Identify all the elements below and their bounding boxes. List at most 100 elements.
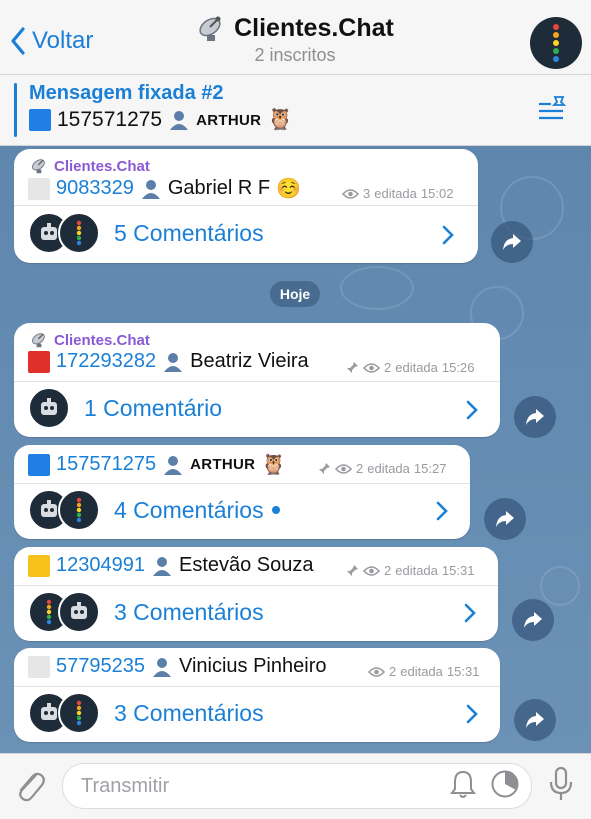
share-button[interactable] <box>514 699 556 741</box>
background-doodle <box>540 566 580 606</box>
client-number[interactable]: 57795235 <box>56 655 145 678</box>
person-icon <box>152 657 171 677</box>
message-text: 12304991 Estevão Souza <box>28 554 314 577</box>
chevron-right-icon <box>442 225 454 245</box>
client-number[interactable]: 172293282 <box>56 350 156 373</box>
pinned-preview: 157571275 ARTHUR 🦉 <box>29 108 293 132</box>
white-square-icon <box>28 655 50 678</box>
microphone-icon[interactable] <box>548 766 574 802</box>
share-button[interactable] <box>512 599 554 641</box>
person-icon <box>170 111 189 130</box>
client-name: Vinicius Pinheiro <box>178 655 327 677</box>
eye-icon <box>368 666 385 677</box>
comments-count: 5 Comentários <box>114 219 264 246</box>
divider <box>14 686 500 687</box>
blue-square-icon <box>29 109 51 131</box>
client-name: Beatriz Vieira <box>190 350 309 372</box>
chevron-left-icon <box>11 27 25 55</box>
person-icon <box>164 455 183 475</box>
comments-button[interactable]: 1 Comentário <box>28 387 222 429</box>
avatar-dot <box>553 48 559 54</box>
channel-avatar[interactable] <box>530 17 582 69</box>
attachment-icon[interactable] <box>12 766 46 804</box>
robot-avatar <box>28 387 70 429</box>
channel-avatar-small <box>58 212 100 254</box>
pinned-name: ARTHUR <box>196 111 262 129</box>
satellite-antenna-icon <box>199 16 221 41</box>
robot-avatar <box>58 591 100 633</box>
red-square-icon <box>28 350 50 373</box>
comments-button[interactable]: 4 Comentários <box>28 489 280 531</box>
channel-avatar-small <box>58 692 100 734</box>
white-square-icon <box>28 177 50 200</box>
schedule-timer-icon[interactable] <box>490 769 520 799</box>
pin-icon <box>347 362 358 373</box>
share-button[interactable] <box>491 221 533 263</box>
divider <box>14 483 470 484</box>
date-separator: Hoje <box>270 281 320 307</box>
pinned-list-icon[interactable] <box>537 94 569 122</box>
satellite-antenna-icon <box>32 159 45 174</box>
yellow-square-icon <box>28 554 50 577</box>
owl-emoji: 🦉 <box>261 454 287 476</box>
message-text: 9083329 Gabriel R F ☺️ <box>28 176 301 201</box>
share-arrow-icon <box>526 409 544 425</box>
comments-count: 4 Comentários <box>114 496 264 523</box>
message-meta: 2 editada 15:26 <box>346 360 474 375</box>
channel-title-area[interactable]: Clientes.Chat 2 inscritos <box>150 14 440 66</box>
message-bubble[interactable]: Clientes.Chat 9083329 Gabriel R F ☺️ 3 ed… <box>14 149 478 263</box>
message-meta: 3 editada 15:02 <box>342 186 453 201</box>
channel-title: Clientes.Chat <box>234 14 394 42</box>
pinned-indicator <box>14 83 17 137</box>
comments-count: 3 Comentários <box>114 699 264 726</box>
comments-button[interactable]: 5 Comentários <box>28 212 264 254</box>
eye-icon <box>363 362 380 373</box>
person-icon <box>152 556 171 576</box>
message-bubble[interactable]: Clientes.Chat 172293282 Beatriz Vieira 2… <box>14 323 500 437</box>
share-arrow-icon <box>526 712 544 728</box>
back-button[interactable]: Voltar <box>10 24 93 58</box>
pin-icon <box>319 463 330 474</box>
share-button[interactable] <box>484 498 526 540</box>
message-sender: Clientes.Chat <box>30 157 150 175</box>
share-arrow-icon <box>524 612 542 628</box>
client-number[interactable]: 9083329 <box>56 177 134 200</box>
pinned-title: Mensagem fixada #2 <box>29 82 224 104</box>
message-bubble[interactable]: 12304991 Estevão Souza 2 editada 15:31 3 C… <box>14 547 498 641</box>
message-bubble[interactable]: 157571275 ARTHUR 🦉 2 editada 15:27 4 Comen… <box>14 445 470 539</box>
divider <box>14 585 498 586</box>
client-number[interactable]: 157571275 <box>56 453 156 476</box>
message-bubble[interactable]: 57795235 Vinicius Pinheiro 2 editada 15:31… <box>14 648 500 742</box>
message-meta: 2 editada 15:31 <box>346 563 474 578</box>
share-arrow-icon <box>496 511 514 527</box>
message-input[interactable] <box>79 774 443 799</box>
bell-icon[interactable] <box>450 769 476 799</box>
owl-emoji: 🦉 <box>267 108 294 131</box>
back-label: Voltar <box>32 27 94 54</box>
chevron-right-icon <box>466 400 478 420</box>
person-icon <box>141 179 160 199</box>
message-meta: 2 editada 15:27 <box>318 461 446 476</box>
share-button[interactable] <box>514 396 556 438</box>
message-text: 172293282 Beatriz Vieira <box>28 350 309 373</box>
blue-square-icon <box>28 453 50 476</box>
background-doodle <box>340 266 414 310</box>
pin-icon <box>347 565 358 576</box>
eye-icon <box>342 188 359 199</box>
eye-icon <box>363 565 380 576</box>
chevron-right-icon <box>436 501 448 521</box>
divider <box>14 381 500 382</box>
pinned-number: 157571275 <box>57 108 163 131</box>
chevron-right-icon <box>464 603 476 623</box>
chevron-right-icon <box>466 704 478 724</box>
eye-icon <box>335 463 352 474</box>
divider <box>14 205 478 206</box>
client-name: Estevão Souza <box>178 554 314 576</box>
comments-button[interactable]: 3 Comentários <box>28 692 264 734</box>
client-name: ARTHUR <box>190 456 256 473</box>
channel-avatar-small <box>58 489 100 531</box>
comments-button[interactable]: 3 Comentários <box>28 591 264 633</box>
share-arrow-icon <box>503 234 521 250</box>
client-number[interactable]: 12304991 <box>56 554 145 577</box>
avatar-dot <box>553 40 559 46</box>
